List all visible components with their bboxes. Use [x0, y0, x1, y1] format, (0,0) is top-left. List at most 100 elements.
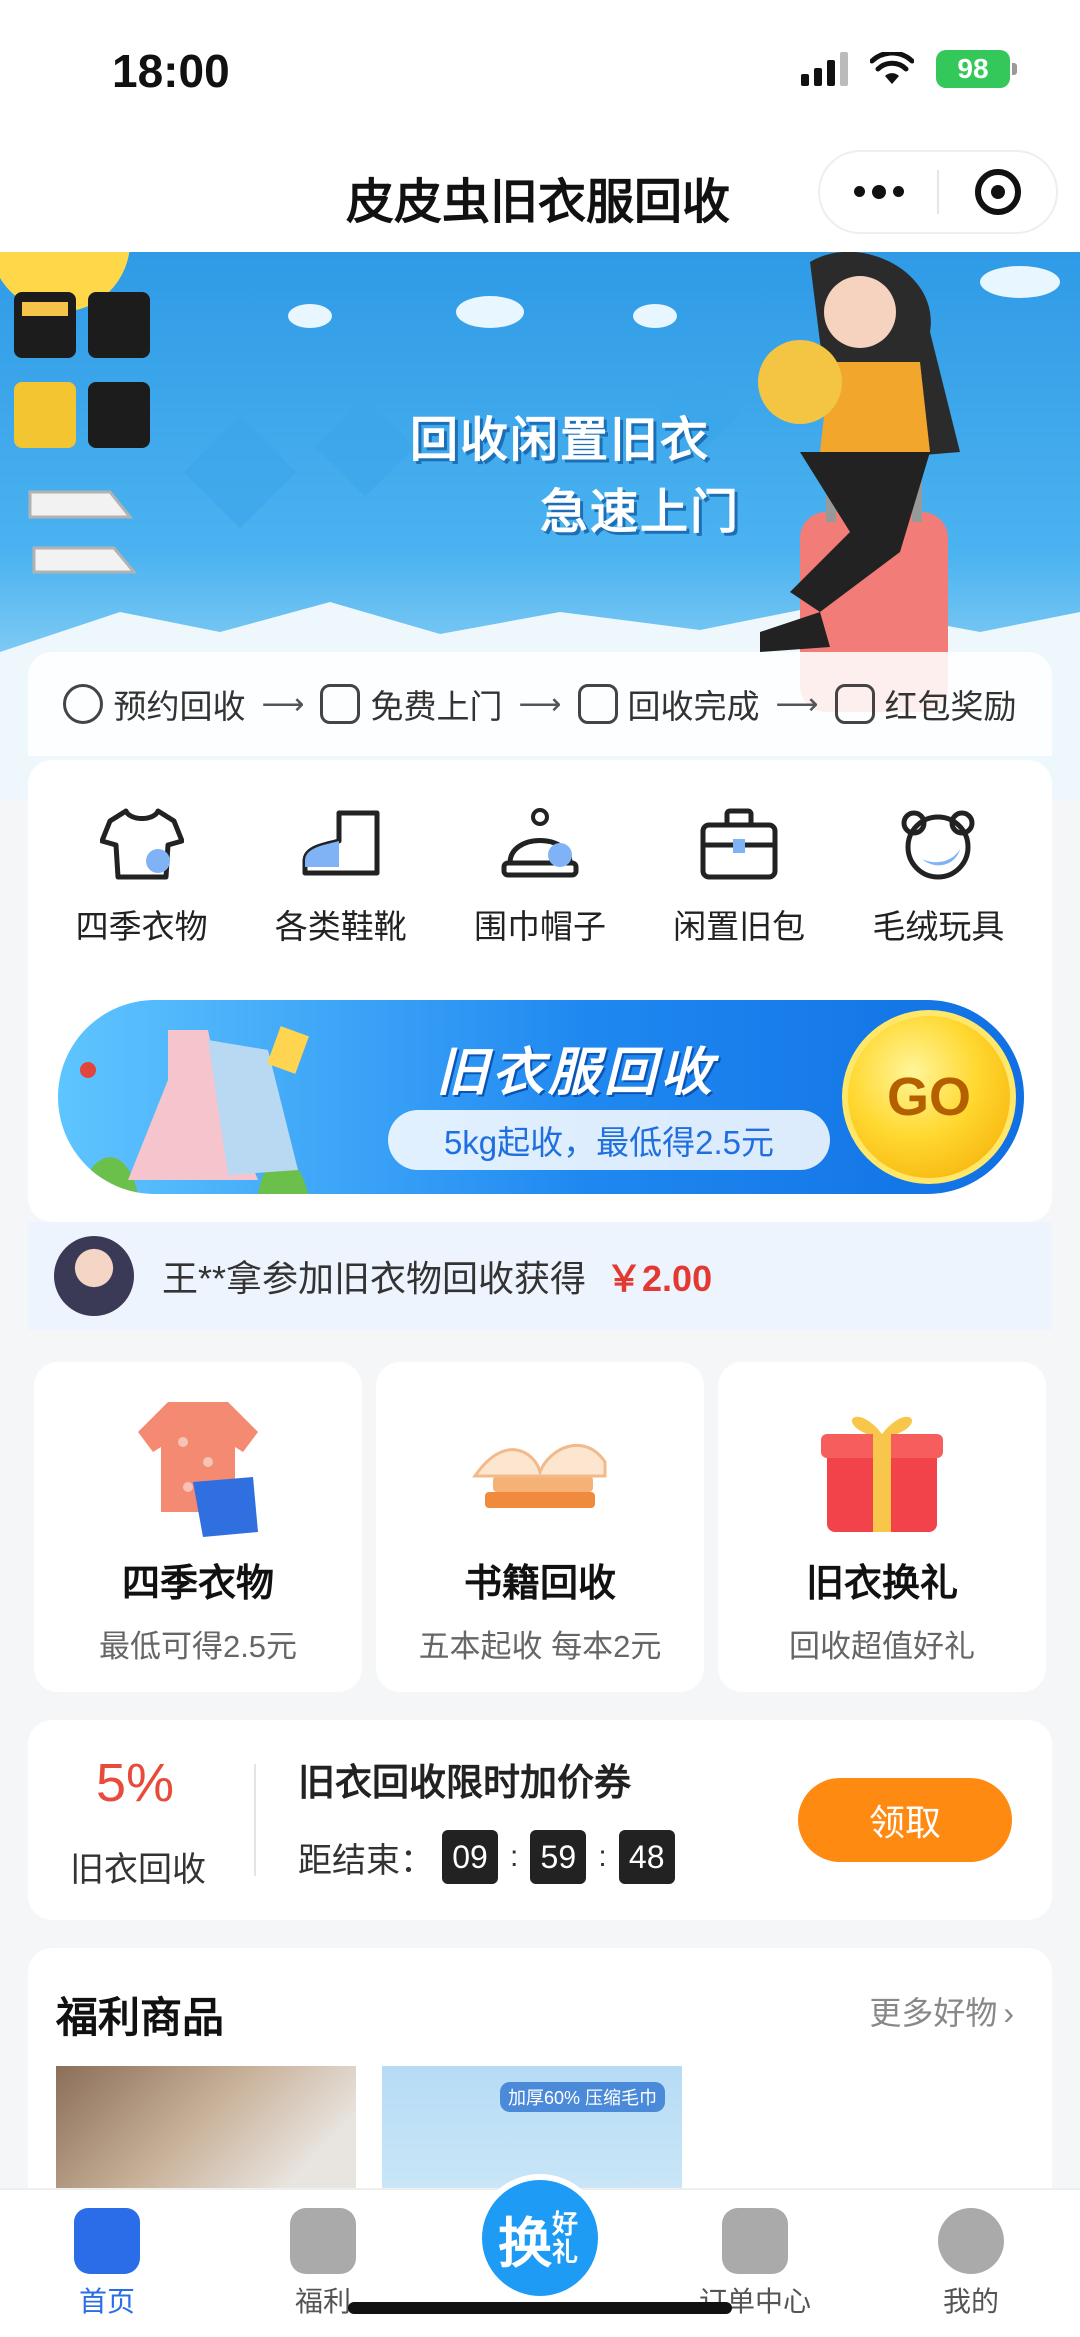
briefcase-icon [693, 802, 785, 886]
step-appointment: 预约回收 [63, 680, 245, 728]
battery-icon: 98 [936, 50, 1017, 88]
step-door: 免费上门 [320, 680, 502, 728]
exchange-gift-button[interactable]: 换 好礼 [476, 2174, 604, 2302]
coupon-card: 5% 旧衣回收 旧衣回收限时加价券 距结束： 09 : 59 : 48 领取 [28, 1720, 1052, 1920]
category-card: 四季衣物 各类鞋靴 围巾帽子 闲置旧包 毛绒玩具 旧衣服回收 5kg起收，最低得… [28, 760, 1052, 1222]
feature-subtitle: 回收超值好礼 [789, 1629, 975, 1664]
dress-illustration [78, 1026, 309, 1194]
nav-bar: 皮皮虫旧衣服回收 [0, 140, 1080, 252]
tshirt-icon [96, 802, 188, 886]
mini-program-capsule [818, 150, 1058, 234]
arrow-right-icon: ⟶ [261, 687, 305, 721]
step-complete: 回收完成 [577, 680, 760, 728]
home-indicator[interactable] [348, 2302, 732, 2314]
arrow-right-icon: ⟶ [518, 687, 562, 721]
process-steps: 预约回收 ⟶ 免费上门 ⟶ 回收完成 ⟶ 红包奖励 [28, 652, 1052, 756]
user-icon [938, 2208, 1004, 2274]
wifi-icon [870, 52, 914, 84]
countdown-hours: 09 [442, 1830, 498, 1884]
status-bar: 18:00 98 [0, 0, 1080, 140]
target-icon [974, 169, 1021, 215]
bear-face-icon [892, 802, 984, 886]
countdown-seconds: 48 [618, 1830, 675, 1884]
bottom-tab-bar: 首页 福利 换 好礼 订单中心 我的 [0, 2174, 1080, 2337]
gift-label: 好礼 [552, 2209, 579, 2267]
book-icon [472, 1443, 607, 1508]
feature-title: 四季衣物 [121, 1563, 274, 1605]
tab-label: 订单中心 [698, 2286, 811, 2317]
feature-card-gift[interactable]: 旧衣换礼 回收超值好礼 [718, 1362, 1046, 1692]
step-label: 预约回收 [113, 688, 246, 725]
countdown-minutes: 59 [530, 1830, 587, 1884]
coupon-percent-label: 旧衣回收 [70, 1851, 206, 1889]
clipboard-icon [722, 2208, 788, 2274]
coupon-percent: 5% [96, 1753, 175, 1813]
category-grid: 四季衣物 各类鞋靴 围巾帽子 闲置旧包 毛绒玩具 [28, 760, 1052, 948]
category-label: 围巾帽子 [473, 908, 606, 945]
banner-headline-2: 急速上门 [540, 486, 741, 539]
step-label: 红包奖励 [884, 688, 1017, 725]
feature-card-books[interactable]: 书籍回收 五本起收 每本2元 [376, 1362, 704, 1692]
category-clothes[interactable]: 四季衣物 [52, 802, 232, 948]
category-label: 毛绒玩具 [872, 908, 1005, 945]
category-shoes[interactable]: 各类鞋靴 [251, 802, 431, 948]
arrow-right-icon: ⟶ [775, 687, 819, 721]
ticker-amount: ￥2.00 [606, 1258, 713, 1299]
home-icon [74, 2208, 140, 2274]
beanie-icon [494, 802, 586, 886]
category-scarf-hat[interactable]: 围巾帽子 [450, 802, 630, 948]
claim-coupon-button[interactable]: 领取 [798, 1778, 1012, 1862]
more-button[interactable] [820, 152, 937, 232]
feature-subtitle: 最低可得2.5元 [98, 1629, 298, 1664]
sweater-icon [138, 1402, 258, 1537]
coupon-title: 旧衣回收限时加价券 [298, 1762, 631, 1803]
hero-banner[interactable]: 回收闲置旧衣 急速上门 预约回收 ⟶ 免费上门 ⟶ 回收完成 ⟶ 红包奖励 [0, 252, 1080, 800]
close-button[interactable] [939, 152, 1056, 232]
category-plush[interactable]: 毛绒玩具 [848, 802, 1028, 948]
promo-title: 旧衣服回收 [436, 1044, 717, 1102]
door-icon [320, 684, 361, 724]
recycle-icon [577, 684, 618, 724]
gift-box-icon [821, 1416, 943, 1532]
promo-subtitle: 5kg起收，最低得2.5元 [388, 1110, 830, 1170]
boot-icon [295, 802, 387, 886]
exchange-label: 换 [498, 2213, 552, 2274]
feature-subtitle: 五本起收 每本2元 [418, 1629, 662, 1664]
tab-home[interactable]: 首页 [32, 2208, 182, 2320]
category-label: 闲置旧包 [673, 908, 806, 945]
category-bags[interactable]: 闲置旧包 [649, 802, 829, 948]
countdown-colon: : [598, 1840, 607, 1873]
more-goods-link[interactable]: 更多好物 › [869, 1988, 1014, 2034]
feature-cards: 四季衣物 最低可得2.5元 书籍回收 五本起收 每本2元 旧衣换礼 回收超值好礼 [34, 1362, 1046, 1692]
goods-tag: 加厚60% 压缩毛巾 [500, 2082, 666, 2112]
status-icons: 98 [801, 50, 1017, 88]
tab-label: 我的 [942, 2286, 999, 2317]
countdown: 距结束： 09 : 59 : 48 [298, 1830, 683, 1884]
feature-title: 书籍回收 [463, 1563, 616, 1605]
avatar [54, 1236, 134, 1316]
recent-reward-ticker: 王**拿参加旧衣物回收获得 ￥2.00 [28, 1222, 1052, 1330]
go-button[interactable]: GO [842, 1010, 1016, 1184]
red-envelope-icon [834, 684, 875, 724]
category-label: 各类鞋靴 [274, 908, 407, 945]
countdown-label: 距结束： [298, 1841, 434, 1880]
status-time: 18:00 [112, 45, 230, 97]
category-label: 四季衣物 [75, 908, 208, 945]
tab-label: 福利 [294, 2286, 351, 2317]
banner-headline-1: 回收闲置旧衣 [410, 414, 711, 467]
section-title: 福利商品 [56, 1994, 225, 2041]
feature-card-clothes[interactable]: 四季衣物 最低可得2.5元 [34, 1362, 362, 1692]
countdown-colon: : [510, 1840, 519, 1873]
step-label: 回收完成 [627, 688, 760, 725]
step-label: 免费上门 [370, 688, 503, 725]
more-goods-label: 更多好物 [869, 1995, 998, 2031]
clothes-recycle-banner[interactable]: 旧衣服回收 5kg起收，最低得2.5元 GO [58, 1000, 1024, 1194]
battery-level: 98 [957, 53, 989, 84]
tab-mine[interactable]: 我的 [896, 2208, 1046, 2320]
coupon-divider [254, 1764, 256, 1876]
alarm-clock-icon [63, 684, 104, 724]
step-reward: 红包奖励 [834, 680, 1017, 728]
signal-icon [801, 52, 848, 86]
tab-label: 首页 [78, 2286, 135, 2317]
gift-icon [290, 2208, 356, 2274]
